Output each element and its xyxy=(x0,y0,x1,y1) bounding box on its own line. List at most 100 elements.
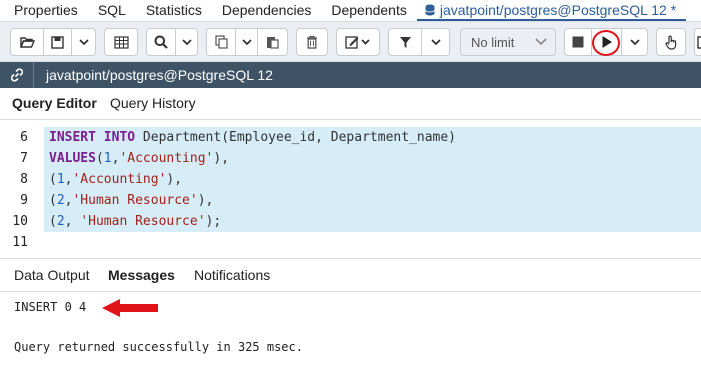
line-number: 10 xyxy=(0,211,44,232)
tab-query-history[interactable]: Query History xyxy=(110,95,196,111)
save-button[interactable] xyxy=(44,28,72,56)
connection-status-button[interactable] xyxy=(0,62,34,88)
tab-dependents[interactable]: Dependents xyxy=(321,0,417,21)
rollback-button[interactable] xyxy=(694,28,701,56)
chevron-down-icon xyxy=(535,38,547,46)
tab-query-tool-label: javatpoint/postgres@PostgreSQL 12 * xyxy=(439,1,677,18)
code-text: (1,'Accounting'), xyxy=(44,169,701,190)
tab-sql[interactable]: SQL xyxy=(88,0,136,21)
code-token: INTO xyxy=(103,130,136,145)
code-token: ( xyxy=(49,172,57,187)
result-tab-bar: Data Output Messages Notifications xyxy=(0,258,701,292)
line-number: 7 xyxy=(0,148,44,169)
filter-dropdown-button[interactable] xyxy=(422,28,450,56)
commit-button[interactable] xyxy=(656,28,686,56)
save-icon xyxy=(51,35,64,49)
editor-tab-bar: Query Editor Query History xyxy=(0,88,701,120)
execute-dropdown-button[interactable] xyxy=(622,28,648,56)
folder-open-icon xyxy=(19,36,35,48)
copy-dropdown-button[interactable] xyxy=(236,28,258,56)
tab-messages[interactable]: Messages xyxy=(108,267,175,283)
code-text: (2,'Human Resource'), xyxy=(44,190,701,211)
line-number: 8 xyxy=(0,169,44,190)
code-token: 'Accounting' xyxy=(119,151,214,166)
code-line[interactable]: 7 VALUES(1,'Accounting'), xyxy=(0,148,701,169)
panel-tab-strip: Properties SQL Statistics Dependencies D… xyxy=(0,0,701,22)
code-line[interactable]: 9 (2,'Human Resource'), xyxy=(0,190,701,211)
code-text: INSERT INTO Department(Employee_id, Depa… xyxy=(44,127,701,148)
code-line[interactable]: 10 (2, 'Human Resource'); xyxy=(0,211,701,232)
chevron-down-icon xyxy=(181,38,192,45)
line-number: 9 xyxy=(0,190,44,211)
row-limit-select[interactable]: No limit xyxy=(460,28,556,56)
code-token: ( xyxy=(95,151,104,166)
code-token: 2 xyxy=(56,193,65,208)
code-token: 'Human Resource' xyxy=(80,214,206,229)
code-token: ( xyxy=(49,214,57,229)
connection-bar: javatpoint/postgres@PostgreSQL 12 xyxy=(0,62,701,88)
delete-button[interactable] xyxy=(296,28,328,56)
code-token: ), xyxy=(166,172,183,187)
paste-icon xyxy=(267,37,279,49)
code-token: VALUES xyxy=(49,151,96,166)
row-limit-value: No limit xyxy=(471,34,515,50)
find-dropdown-button[interactable] xyxy=(176,28,198,56)
chevron-down-icon xyxy=(78,38,89,45)
document-icon xyxy=(697,35,701,49)
tab-query-tool[interactable]: javatpoint/postgres@PostgreSQL 12 * xyxy=(416,0,687,21)
tab-statistics[interactable]: Statistics xyxy=(136,0,212,21)
chevron-down-icon xyxy=(241,38,252,45)
save-dropdown-button[interactable] xyxy=(72,28,96,56)
edit-icon xyxy=(345,36,370,49)
code-token: ); xyxy=(205,214,222,229)
code-token: INSERT xyxy=(49,130,96,145)
hand-pointer-icon xyxy=(664,35,676,50)
open-file-button[interactable] xyxy=(10,28,44,56)
chevron-down-icon xyxy=(430,38,441,45)
code-token: 1 xyxy=(56,172,65,187)
code-text: (2, 'Human Resource'); xyxy=(44,211,701,232)
tab-notifications[interactable]: Notifications xyxy=(194,267,270,283)
tab-query-editor[interactable]: Query Editor xyxy=(12,95,97,111)
filter-button[interactable] xyxy=(388,28,422,56)
code-token: ), xyxy=(213,151,230,166)
find-button[interactable] xyxy=(146,28,176,56)
insert-result-message: INSERT 0 4 xyxy=(14,300,87,314)
code-token: Department(Employee_id, Department_name) xyxy=(135,130,457,145)
code-token: 1 xyxy=(103,151,112,166)
code-line[interactable]: 8 (1,'Accounting'), xyxy=(0,169,701,190)
stop-icon xyxy=(572,36,584,48)
trash-icon xyxy=(307,35,317,49)
edit-menu-button[interactable] xyxy=(336,28,380,56)
code-token: , xyxy=(64,214,81,229)
copy-button[interactable] xyxy=(206,28,236,56)
tab-properties[interactable]: Properties xyxy=(0,0,88,21)
code-token: 'Human Resource' xyxy=(72,193,198,208)
query-summary-message: Query returned successfully in 325 msec. xyxy=(14,340,303,354)
code-token: 'Accounting' xyxy=(72,172,167,187)
code-line[interactable]: 6 INSERT INTO Department(Employee_id, Dep… xyxy=(0,127,701,148)
line-number: 11 xyxy=(0,232,44,253)
line-number: 6 xyxy=(0,127,44,148)
code-line[interactable]: 11 xyxy=(0,232,701,253)
tab-dependencies[interactable]: Dependencies xyxy=(212,0,322,21)
filter-icon xyxy=(399,36,411,48)
grid-icon xyxy=(113,35,129,49)
link-icon xyxy=(10,68,23,82)
chevron-down-icon xyxy=(629,38,640,45)
tab-data-output[interactable]: Data Output xyxy=(14,267,90,283)
search-icon xyxy=(154,35,168,49)
annotation-circle xyxy=(592,30,620,56)
connection-label: javatpoint/postgres@PostgreSQL 12 xyxy=(46,67,273,83)
database-icon xyxy=(424,4,435,15)
paste-button[interactable] xyxy=(258,28,288,56)
edit-data-grid-button[interactable] xyxy=(104,28,138,56)
sql-editor[interactable]: 6 INSERT INTO Department(Employee_id, Dep… xyxy=(0,127,701,257)
annotation-arrow xyxy=(102,299,158,317)
code-text: VALUES(1,'Accounting'), xyxy=(44,148,701,169)
code-token: ( xyxy=(49,193,57,208)
code-token: ), xyxy=(197,193,214,208)
stop-button[interactable] xyxy=(564,28,592,56)
